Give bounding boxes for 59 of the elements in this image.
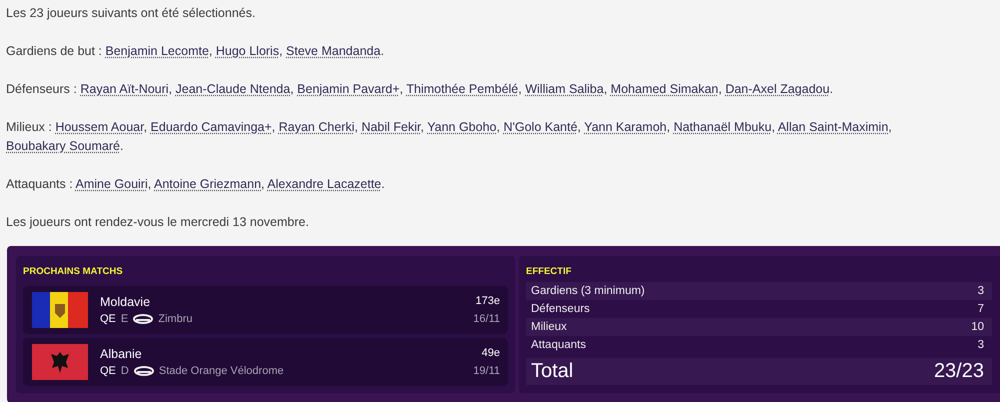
opponent-name: Albanie bbox=[100, 347, 143, 361]
intro-text: Les 23 joueurs suivants ont été sélectionnés. bbox=[6, 5, 256, 22]
squad-paragraph: Gardiens de but : Benjamin Lecomte, Hugo Lloris, Steve Mandanda. bbox=[6, 43, 386, 60]
group-label: D bbox=[120, 365, 129, 377]
total-label: Total bbox=[531, 360, 574, 383]
match-row[interactable]: Albanie QE D Stade Orange Vélodrome 49e 19/11 bbox=[23, 338, 508, 386]
player-link[interactable]: Yann Gboho bbox=[427, 120, 496, 134]
section-title: EFFECTIF bbox=[526, 266, 572, 277]
player-link[interactable]: Thimothée Pembélé bbox=[406, 82, 518, 96]
player-link[interactable]: Mohamed Simakan bbox=[610, 82, 718, 96]
player-link[interactable]: Rayan Aït-Nouri bbox=[80, 82, 169, 96]
match-row[interactable]: Moldavie QE E Zimbru 173e 16/11 bbox=[23, 286, 508, 334]
stadium-name: Zimbru bbox=[158, 313, 192, 325]
ranking: 49e bbox=[482, 347, 500, 359]
group-label: E bbox=[120, 313, 128, 325]
competition-label: QE bbox=[100, 313, 116, 325]
row-value: 10 bbox=[971, 321, 984, 333]
player-link[interactable]: Jean-Claude Ntenda bbox=[176, 82, 290, 96]
flag-icon bbox=[32, 344, 88, 380]
player-link[interactable]: Antoine Griezmann bbox=[154, 177, 262, 191]
match-date: 16/11 bbox=[473, 313, 500, 325]
player-link[interactable]: N'Golo Kanté bbox=[503, 120, 578, 134]
row-value: 3 bbox=[978, 285, 984, 297]
row-label: Défenseurs bbox=[531, 303, 590, 315]
player-link[interactable]: Alexandre Lacazette bbox=[267, 177, 382, 191]
row-value: 3 bbox=[978, 339, 984, 351]
player-link[interactable]: Houssem Aouar bbox=[55, 120, 144, 134]
player-link[interactable]: Benjamin Pavard+ bbox=[297, 82, 400, 96]
total-value: 23/23 bbox=[934, 360, 984, 383]
squad-paragraph: Défenseurs : Rayan Aït-Nouri, Jean-Claude Ntenda, Benjamin Pavard+, Thimothée Pembélé, William Saliba, Mohamed Simakan, Dan-Axel Zagadou. bbox=[6, 81, 834, 98]
player-link[interactable]: Steve Mandanda bbox=[286, 44, 381, 58]
flag-icon bbox=[32, 292, 88, 328]
stadium-icon bbox=[134, 366, 154, 376]
player-link[interactable]: Hugo Lloris bbox=[216, 44, 280, 58]
row-label: Milieux bbox=[531, 321, 567, 333]
row-label: Attaquants bbox=[531, 339, 586, 351]
closing-text: Les joueurs ont rendez-vous le mercredi 13 novembre. bbox=[6, 214, 310, 231]
squad-paragraph: Milieux : Houssem Aouar, Eduardo Camavinga+, Rayan Cherki, Nabil Fekir, Yann Gboho, N'Golo Kanté, Yann Karamoh, Nathanaël Mbuku, Allan Saint-Maximin, Boubakary Soumaré. bbox=[6, 119, 893, 155]
competition-label: QE bbox=[100, 365, 116, 377]
player-link[interactable]: Eduardo Camavinga+ bbox=[150, 120, 272, 134]
ranking: 173e bbox=[476, 295, 500, 307]
squad-paragraph: Attaquants : Amine Gouiri, Antoine Griezmann, Alexandre Lacazette. bbox=[6, 176, 386, 193]
player-link[interactable]: Benjamin Lecomte bbox=[105, 44, 209, 58]
row-label: Gardiens (3 minimum) bbox=[531, 285, 645, 297]
player-link[interactable]: Allan Saint-Maximin bbox=[778, 120, 888, 134]
match-date: 19/11 bbox=[473, 365, 500, 377]
section-title: PROCHAINS MATCHS bbox=[23, 266, 124, 277]
player-link[interactable]: William Saliba bbox=[525, 82, 604, 96]
player-link[interactable]: Nathanaël Mbuku bbox=[674, 120, 772, 134]
player-link[interactable]: Yann Karamoh bbox=[584, 120, 667, 134]
opponent-name: Moldavie bbox=[100, 295, 152, 309]
stadium-name: Stade Orange Vélodrome bbox=[158, 365, 284, 377]
player-link[interactable]: Rayan Cherki bbox=[278, 120, 354, 134]
stadium-icon bbox=[133, 314, 154, 324]
row-value: 7 bbox=[978, 303, 984, 315]
player-link[interactable]: Amine Gouiri bbox=[76, 177, 148, 191]
player-link[interactable]: Dan-Axel Zagadou bbox=[725, 82, 830, 96]
player-link[interactable]: Boubakary Soumaré bbox=[6, 139, 120, 153]
player-link[interactable]: Nabil Fekir bbox=[361, 120, 420, 134]
